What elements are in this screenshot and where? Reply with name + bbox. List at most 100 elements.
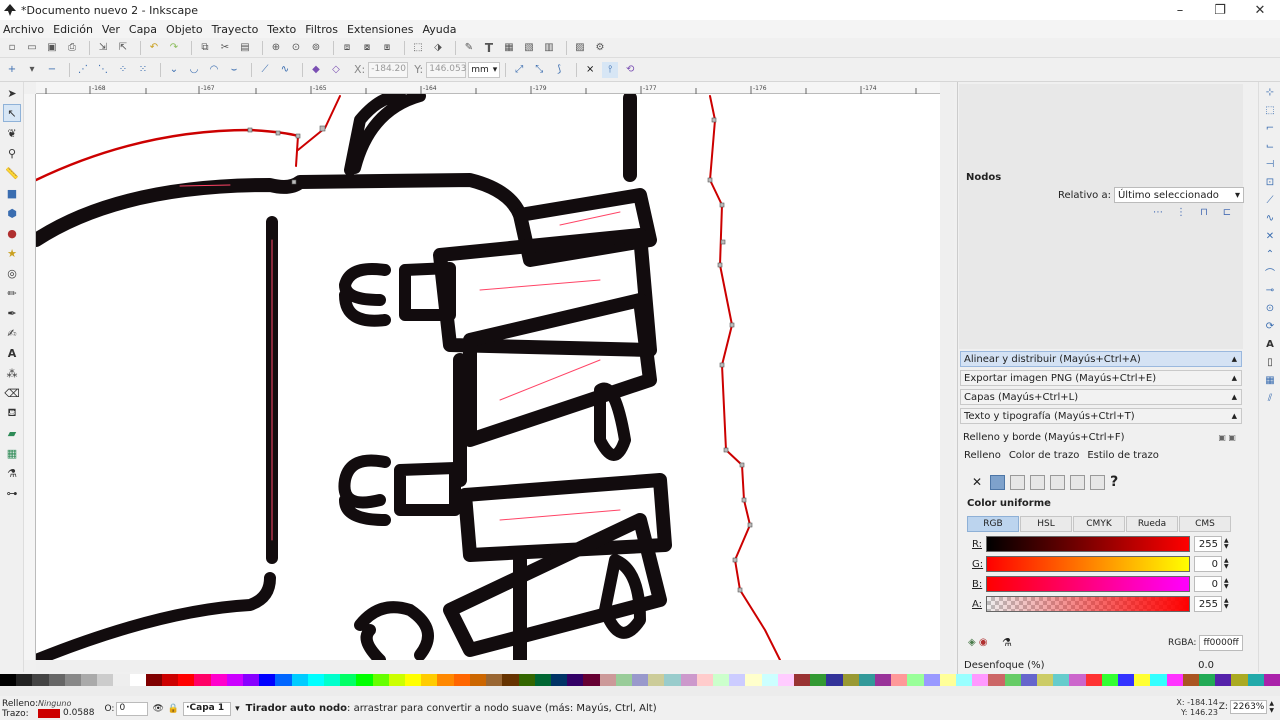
- spin-icon[interactable]: ▲ ▼: [1224, 538, 1229, 550]
- ink-stroke[interactable]: [394, 462, 461, 516]
- join-nodes-icon[interactable]: ⋰: [75, 62, 91, 78]
- align-nodes-vertical-icon[interactable]: ⋮: [1173, 207, 1189, 221]
- ellipse-tool-icon[interactable]: ●: [3, 224, 21, 242]
- node-handle[interactable]: [739, 462, 745, 468]
- object-to-path-icon[interactable]: ◆: [308, 62, 324, 78]
- alpha-value-field[interactable]: 255: [1194, 596, 1222, 612]
- palette-swatch[interactable]: [923, 674, 940, 686]
- palette-swatch[interactable]: [469, 674, 487, 686]
- menu-trayecto[interactable]: Trayecto: [212, 23, 259, 36]
- show-clip-path-icon[interactable]: ⤢: [511, 62, 527, 78]
- node-handle[interactable]: [291, 179, 297, 185]
- blur-value[interactable]: 0.0: [1198, 660, 1214, 674]
- menu-ayuda[interactable]: Ayuda: [422, 23, 456, 36]
- palette-swatch[interactable]: [712, 674, 730, 686]
- eye-icon[interactable]: 👁: [152, 704, 163, 714]
- spin-icon[interactable]: ▲ ▼: [1224, 598, 1229, 610]
- tab-hsl[interactable]: HSL: [1020, 516, 1072, 532]
- opacity-field[interactable]: 0: [116, 701, 149, 716]
- palette-swatch[interactable]: [664, 674, 681, 686]
- duplicate-icon[interactable]: ⧈: [339, 40, 355, 56]
- snap-smooth-icon[interactable]: ⌒: [1262, 264, 1278, 280]
- node-handle[interactable]: [719, 362, 725, 368]
- palette-swatch[interactable]: [1199, 674, 1216, 686]
- node-handle[interactable]: [732, 557, 738, 563]
- tab-fill[interactable]: Relleno: [964, 450, 1001, 461]
- palette-swatch[interactable]: [907, 674, 924, 686]
- node-handle[interactable]: [737, 587, 743, 593]
- align-dialog-icon[interactable]: ▥: [541, 40, 557, 56]
- palette-swatch[interactable]: [502, 674, 519, 686]
- node-handle[interactable]: [729, 322, 735, 328]
- menu-texto[interactable]: Texto: [267, 23, 296, 36]
- palette-swatch[interactable]: [534, 674, 551, 686]
- palette-swatch[interactable]: [243, 674, 260, 686]
- x-coordinate-field[interactable]: -184.20: [368, 61, 409, 78]
- save-icon[interactable]: ▣: [44, 40, 60, 56]
- palette-swatch[interactable]: [761, 674, 778, 686]
- palette-swatch[interactable]: [64, 674, 82, 686]
- palette-swatch[interactable]: [826, 674, 843, 686]
- selector-tool-icon[interactable]: ➤: [3, 84, 21, 102]
- delete-node-icon[interactable]: −: [44, 62, 60, 78]
- snap-text-baseline-icon[interactable]: A: [1262, 336, 1278, 352]
- snap-midpoint-icon[interactable]: ⊸: [1262, 282, 1278, 298]
- snap-guide-icon[interactable]: ⫽: [1262, 390, 1278, 406]
- ink-stroke[interactable]: [344, 94, 426, 176]
- node-handle[interactable]: [295, 133, 301, 139]
- node-handle[interactable]: [720, 239, 726, 245]
- align-nodes-horizontal-icon[interactable]: ⋯: [1150, 207, 1166, 221]
- palette-swatch[interactable]: [340, 674, 357, 686]
- tab-cms[interactable]: CMS: [1179, 516, 1231, 532]
- palette-swatch[interactable]: [210, 674, 227, 686]
- snap-grid-icon[interactable]: ▦: [1262, 372, 1278, 388]
- ink-stroke[interactable]: [339, 263, 391, 327]
- node-handle[interactable]: [707, 177, 713, 183]
- palette-swatch[interactable]: [567, 674, 584, 686]
- zoom-selection-icon[interactable]: ⊕: [268, 40, 284, 56]
- snap-bbox-edge-icon[interactable]: ⌐: [1262, 120, 1278, 136]
- snap-centers-icon[interactable]: ⊙: [1262, 300, 1278, 316]
- maximize-button[interactable]: ❐: [1200, 0, 1240, 20]
- unit-select[interactable]: mm ▾: [468, 61, 501, 78]
- green-slider[interactable]: [986, 556, 1190, 572]
- node-handle[interactable]: [747, 522, 753, 528]
- snap-intersections-icon[interactable]: ✕: [1262, 228, 1278, 244]
- swatch-button[interactable]: [1090, 474, 1106, 490]
- menu-objeto[interactable]: Objeto: [166, 23, 203, 36]
- menu-extensiones[interactable]: Extensiones: [347, 23, 414, 36]
- unset-paint-icon[interactable]: ?: [1110, 474, 1118, 490]
- menu-edicion[interactable]: Edición: [53, 23, 93, 36]
- fill-stroke-dialog-icon[interactable]: ✎: [461, 40, 477, 56]
- palette-swatch[interactable]: [955, 674, 973, 686]
- cut-icon[interactable]: ✂: [217, 40, 233, 56]
- break-path-icon[interactable]: ⋱: [95, 62, 111, 78]
- palette-swatch[interactable]: [988, 674, 1005, 686]
- dock-controls-icon[interactable]: ▣ ▣: [1218, 433, 1236, 442]
- palette-swatch[interactable]: [1069, 674, 1086, 686]
- palette-swatch[interactable]: [1085, 674, 1102, 686]
- show-mask-icon[interactable]: ⤡: [531, 62, 547, 78]
- chevron-down-icon[interactable]: ▾: [235, 704, 240, 714]
- measure-tool-icon[interactable]: 📏: [3, 164, 21, 182]
- segment-curve-icon[interactable]: ∿: [277, 62, 293, 78]
- dock-text-font[interactable]: Texto y tipografía (Mayús+Ctrl+T) ▲: [960, 408, 1242, 424]
- document-properties-icon[interactable]: ▨: [572, 40, 588, 56]
- alpha-slider[interactable]: [986, 596, 1190, 612]
- snap-paths-icon[interactable]: ∿: [1262, 210, 1278, 226]
- snap-nodes-icon[interactable]: ⟋: [1262, 192, 1278, 208]
- color-managed-icon[interactable]: ◈ ◉: [968, 637, 988, 648]
- dock-layers[interactable]: Capas (Mayús+Ctrl+L) ▲: [960, 389, 1242, 405]
- import-icon[interactable]: ⇲: [95, 40, 111, 56]
- palette-swatch[interactable]: [1263, 674, 1280, 686]
- node-handle[interactable]: [711, 117, 717, 123]
- palette-swatch[interactable]: [1166, 674, 1183, 686]
- palette-swatch[interactable]: [97, 674, 114, 686]
- palette-swatch[interactable]: [356, 674, 373, 686]
- palette-swatch[interactable]: [0, 674, 17, 686]
- blue-slider[interactable]: [986, 576, 1190, 592]
- palette-swatch[interactable]: [1037, 674, 1054, 686]
- selected-path[interactable]: [36, 128, 300, 182]
- insert-dropdown-icon[interactable]: ▾: [24, 62, 40, 78]
- node-handle[interactable]: [723, 447, 729, 453]
